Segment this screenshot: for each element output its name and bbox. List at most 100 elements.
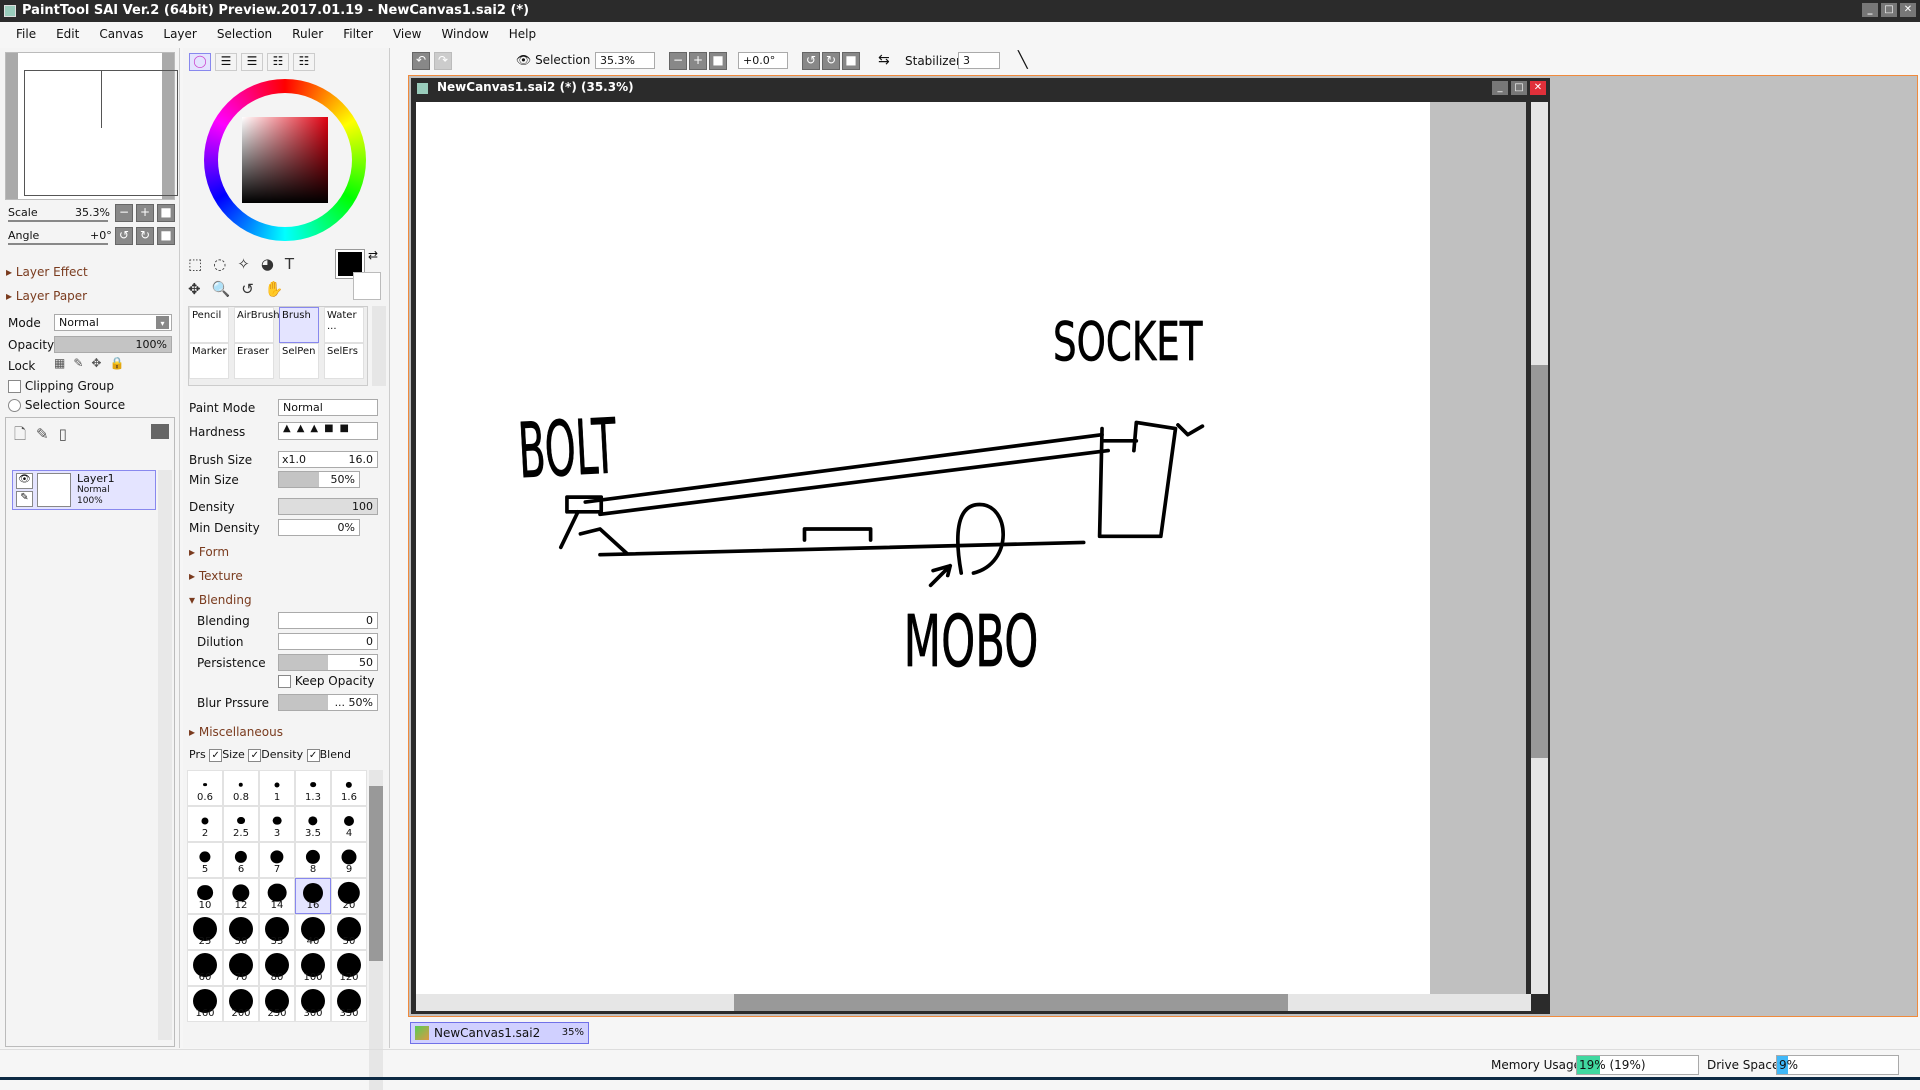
rotate-left-button[interactable]: ↺ [115, 227, 133, 245]
min-size-slider[interactable]: 50% [278, 471, 360, 488]
stabilizer-select[interactable]: 3 [958, 52, 1000, 69]
tool-airbrush[interactable]: AirBrush [234, 307, 280, 343]
brush-size-cell[interactable]: 5 [187, 842, 223, 878]
brush-size-cell[interactable]: 3.5 [295, 806, 331, 842]
prs-density-checkbox[interactable]: ✓ Density [248, 748, 303, 762]
rotate-reset-button[interactable]: ■ [157, 227, 175, 245]
brush-size-cell[interactable]: 40 [295, 914, 331, 950]
tool-pencil[interactable]: Pencil [189, 307, 229, 343]
canvas-paper[interactable] [416, 102, 1430, 994]
brush-size-cell[interactable]: 25 [187, 914, 223, 950]
tool-water[interactable]: Water ... [324, 307, 364, 343]
prs-blend-checkbox[interactable]: ✓ Blend [306, 748, 351, 762]
maximize-button[interactable]: □ [1881, 3, 1897, 17]
miscellaneous-section[interactable]: ▸ Miscellaneous [189, 725, 283, 739]
horizontal-scrollbar[interactable] [416, 994, 1531, 1011]
brush-size-cell[interactable]: 35 [259, 914, 295, 950]
brush-size-cell[interactable]: 200 [223, 986, 259, 1022]
brush-size-field[interactable]: x1.0 16.0 [278, 451, 378, 468]
zoom-select[interactable]: 35.3% [595, 52, 655, 69]
mask-button[interactable] [151, 424, 169, 439]
toolbar-rotate-left[interactable]: ↺ [802, 52, 820, 70]
rotate-right-button[interactable]: ↻ [136, 227, 154, 245]
brush-size-cell[interactable]: 14 [259, 878, 295, 914]
menu-canvas[interactable]: Canvas [93, 27, 157, 41]
toolbar-rotate-right[interactable]: ↻ [822, 52, 840, 70]
zoom-out-button[interactable]: − [115, 204, 133, 222]
brush-size-cell[interactable]: 70 [223, 950, 259, 986]
document-tab[interactable]: NewCanvas1.sai2 35% [410, 1022, 589, 1044]
brush-size-cell[interactable]: 2.5 [223, 806, 259, 842]
scratchpad-tab[interactable]: ☷ [293, 53, 315, 71]
line-tool-icon[interactable]: ╲ [1018, 50, 1028, 69]
angle-select[interactable]: +0.0° [738, 52, 788, 69]
tool-marker[interactable]: Marker [189, 343, 229, 379]
menu-filter[interactable]: Filter [337, 27, 387, 41]
color-wheel[interactable] [204, 79, 366, 241]
brush-size-cell[interactable]: 12 [223, 878, 259, 914]
blending-section[interactable]: ▾ Blending [189, 593, 252, 607]
brush-size-cell[interactable]: 160 [187, 986, 223, 1022]
blur-pressure-field[interactable]: ... 50% [278, 694, 378, 711]
brush-size-cell[interactable]: 7 [259, 842, 295, 878]
blend-mode-select[interactable]: Normal ▾ [54, 314, 172, 331]
layer-row[interactable]: 👁 ✎ Layer1 Normal 100% [12, 470, 156, 510]
selection-source-radio[interactable]: Selection Source [8, 398, 125, 412]
brush-size-cell[interactable]: 1 [259, 770, 295, 806]
scale-slider[interactable] [8, 220, 108, 222]
brush-size-cell[interactable]: 6 [223, 842, 259, 878]
min-density-slider[interactable]: 0% [278, 519, 360, 536]
pencil-icon[interactable]: ✎ [16, 491, 33, 507]
zoom-reset-button[interactable]: ■ [157, 204, 175, 222]
canvas-close[interactable]: ✕ [1530, 81, 1546, 95]
canvas-maximize[interactable]: □ [1511, 81, 1527, 95]
brush-size-cell[interactable]: 30 [223, 914, 259, 950]
brush-size-cell[interactable]: 16 [295, 878, 331, 914]
layer-effect-section[interactable]: ▸ Layer Effect [6, 265, 88, 279]
eye-icon[interactable]: 👁 [16, 473, 33, 489]
rgb-slider-tab[interactable]: ☰ [215, 53, 237, 71]
new-layer-buttons[interactable]: 🗋✎▯ [14, 424, 77, 449]
toolbar-rotate-reset[interactable]: ■ [842, 52, 860, 70]
swatches-tab[interactable]: ☷ [267, 53, 289, 71]
swap-colors-icon[interactable]: ⇄ [368, 248, 378, 262]
vertical-scrollbar[interactable] [1531, 102, 1548, 994]
zoom-in-button[interactable]: + [136, 204, 154, 222]
menu-layer[interactable]: Layer [157, 27, 210, 41]
toolbar-zoom-in[interactable]: + [689, 52, 707, 70]
redo-button[interactable]: ↷ [434, 52, 452, 70]
brush-size-cell[interactable]: 50 [331, 914, 367, 950]
menu-help[interactable]: Help [503, 27, 550, 41]
angle-slider[interactable] [8, 243, 108, 245]
color-square[interactable] [242, 117, 328, 203]
density-slider[interactable]: 100 [278, 498, 378, 515]
lock-icons[interactable]: ▦✎✥🔒 [54, 356, 132, 370]
layer-paper-section[interactable]: ▸ Layer Paper [6, 289, 87, 303]
persistence-field[interactable]: 50 [278, 654, 378, 671]
brush-size-cell[interactable]: 100 [295, 950, 331, 986]
menu-view[interactable]: View [387, 27, 435, 41]
menu-window[interactable]: Window [435, 27, 502, 41]
menu-file[interactable]: File [10, 27, 50, 41]
tool-eraser[interactable]: Eraser [234, 343, 274, 379]
brush-size-cell[interactable]: 4 [331, 806, 367, 842]
flip-horizontal-icon[interactable]: ⇆ [878, 52, 890, 68]
selection-visibility-toggle[interactable]: 👁 Selection [516, 53, 590, 67]
brush-size-cell[interactable]: 1.3 [295, 770, 331, 806]
canvas-minimize[interactable]: _ [1492, 81, 1508, 95]
brush-size-cell[interactable]: 80 [259, 950, 295, 986]
keep-opacity-checkbox[interactable]: Keep Opacity [278, 674, 374, 688]
brush-size-cell[interactable]: 0.6 [187, 770, 223, 806]
tool-selers[interactable]: SelErs [324, 343, 364, 379]
brush-size-cell[interactable]: 0.8 [223, 770, 259, 806]
navigator-preview[interactable] [5, 52, 178, 200]
brush-size-cell[interactable]: 60 [187, 950, 223, 986]
toolbar-zoom-out[interactable]: − [669, 52, 687, 70]
hsv-slider-tab[interactable]: ☰ [241, 53, 263, 71]
undo-button[interactable]: ↶ [412, 52, 430, 70]
brush-size-cell[interactable]: 3 [259, 806, 295, 842]
brush-size-cell[interactable]: 2 [187, 806, 223, 842]
dilution-field[interactable]: 0 [278, 633, 378, 650]
layer-scrollbar[interactable] [158, 470, 172, 1040]
close-button[interactable]: ✕ [1900, 3, 1916, 17]
